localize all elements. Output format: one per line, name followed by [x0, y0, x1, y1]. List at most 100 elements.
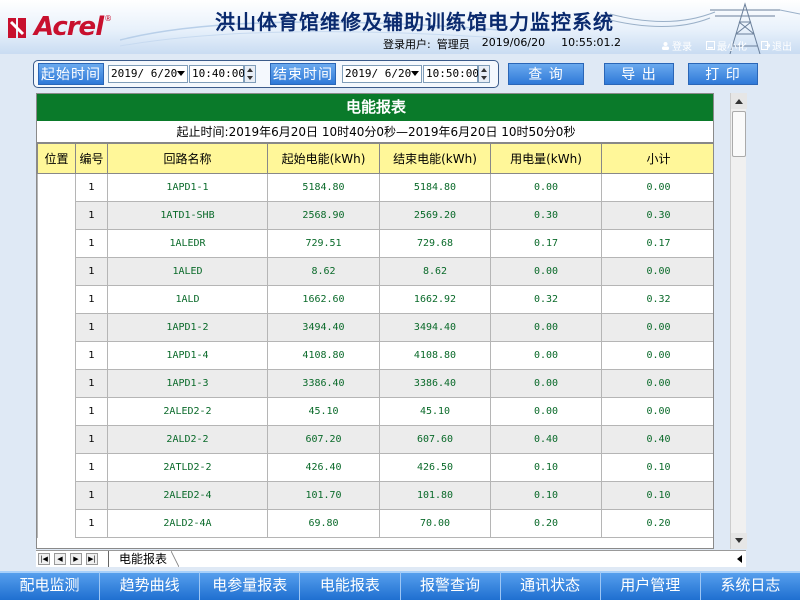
acrel-logo: Acrel ® — [8, 12, 112, 42]
cell-end-energy: 729.68 — [380, 230, 491, 258]
vertical-scrollbar[interactable] — [730, 93, 746, 549]
cell-consumption: 0.10 — [491, 482, 602, 510]
report-time-range: 起止时间:2019年6月20日 10时40分0秒—2019年6月20日 10时5… — [37, 121, 714, 143]
exit-button[interactable]: 退出 — [761, 38, 792, 53]
exit-label: 退出 — [772, 38, 792, 53]
header-buttons: 登录 最小化 退出 — [661, 38, 792, 53]
col-consumption: 用电量(kWh) — [491, 144, 602, 174]
start-date-picker[interactable]: 2019/ 6/20 — [108, 65, 188, 83]
scroll-up-icon[interactable] — [731, 93, 747, 109]
cell-number: 1 — [76, 510, 108, 538]
cell-subtotal: 0.10 — [602, 454, 715, 482]
cell-circuit-name: 2ALD2-4A — [108, 510, 268, 538]
cell-circuit-name: 1ALD — [108, 286, 268, 314]
nav-power-monitoring[interactable]: 配电监测 — [0, 571, 100, 600]
print-button[interactable]: 打 印 — [688, 63, 758, 85]
nav-electrical-report[interactable]: 电参量报表 — [200, 571, 300, 600]
cell-start-energy: 101.70 — [268, 482, 380, 510]
end-time-value: 10:50:00 — [426, 67, 479, 80]
user-info-bar: 登录用户: 管理员 2019/06/20 10:55:01.2 — [383, 36, 627, 52]
cell-end-energy: 45.10 — [380, 398, 491, 426]
start-time-spinner[interactable] — [244, 65, 256, 83]
cell-number: 1 — [76, 454, 108, 482]
cell-end-energy: 4108.80 — [380, 342, 491, 370]
cell-circuit-name: 2ATLD2-2 — [108, 454, 268, 482]
cell-end-energy: 426.50 — [380, 454, 491, 482]
end-time-label: 结束时间 — [270, 63, 336, 85]
table-header-row: 位置 编号 回路名称 起始电能(kWh) 结束电能(kWh) 用电量(kWh) … — [38, 144, 715, 174]
scroll-left-icon[interactable] — [734, 553, 744, 565]
cell-subtotal: 0.00 — [602, 370, 715, 398]
cell-position — [38, 482, 76, 510]
start-time-input[interactable]: 10:40:00 — [189, 65, 244, 83]
cell-subtotal: 0.20 — [602, 510, 715, 538]
cell-subtotal: 0.10 — [602, 482, 715, 510]
table-row: 12ALED2-4101.70101.800.100.10 — [38, 482, 715, 510]
last-sheet-icon[interactable]: ▶| — [86, 553, 98, 565]
cell-subtotal: 0.00 — [602, 398, 715, 426]
scroll-down-icon[interactable] — [731, 533, 747, 549]
col-start-energy: 起始电能(kWh) — [268, 144, 380, 174]
cell-subtotal: 0.00 — [602, 174, 715, 202]
query-button[interactable]: 查 询 — [508, 63, 584, 85]
cell-number: 1 — [76, 426, 108, 454]
table-row: 12ALD2-4A69.8070.000.200.20 — [38, 510, 715, 538]
chevron-down-icon — [411, 71, 419, 76]
next-sheet-icon[interactable]: ▶ — [70, 553, 82, 565]
col-position: 位置 — [38, 144, 76, 174]
nav-energy-report[interactable]: 电能报表 — [300, 571, 400, 600]
logo-text: Acrel — [34, 12, 103, 42]
cell-circuit-name: 1ATD1-SHB — [108, 202, 268, 230]
cell-position — [38, 286, 76, 314]
table-row: 11APD1-33386.403386.400.000.00 — [38, 370, 715, 398]
cell-end-energy: 8.62 — [380, 258, 491, 286]
cell-circuit-name: 1ALED — [108, 258, 268, 286]
user-icon — [661, 41, 670, 50]
end-time-input[interactable]: 10:50:00 — [423, 65, 478, 83]
nav-trend-curve[interactable]: 趋势曲线 — [100, 571, 200, 600]
cell-end-energy: 1662.92 — [380, 286, 491, 314]
start-time-value: 10:40:00 — [192, 67, 245, 80]
table-row: 11ALED8.628.620.000.00 — [38, 258, 715, 286]
nav-user-management[interactable]: 用户管理 — [601, 571, 701, 600]
nav-system-log[interactable]: 系统日志 — [701, 571, 800, 600]
report-title: 电能报表 — [37, 94, 714, 121]
cell-consumption: 0.00 — [491, 370, 602, 398]
minimize-button[interactable]: 最小化 — [706, 38, 747, 53]
cell-number: 1 — [76, 398, 108, 426]
cell-consumption: 0.00 — [491, 342, 602, 370]
cell-circuit-name: 1APD1-1 — [108, 174, 268, 202]
table-row: 12ATLD2-2426.40426.500.100.10 — [38, 454, 715, 482]
cell-end-energy: 101.80 — [380, 482, 491, 510]
nav-comm-status[interactable]: 通讯状态 — [501, 571, 601, 600]
table-row: 11APD1-15184.805184.800.000.00 — [38, 174, 715, 202]
cell-consumption: 0.00 — [491, 174, 602, 202]
nav-alarm-query[interactable]: 报警查询 — [401, 571, 501, 600]
start-date-value: 2019/ 6/20 — [111, 67, 177, 80]
end-date-picker[interactable]: 2019/ 6/20 — [342, 65, 422, 83]
logo-icon — [8, 14, 30, 40]
end-time-spinner[interactable] — [478, 65, 490, 83]
cell-position — [38, 426, 76, 454]
sheet-tab-energy-report[interactable]: 电能报表 — [108, 551, 179, 567]
cell-consumption: 0.00 — [491, 398, 602, 426]
login-label: 登录 — [672, 38, 692, 53]
scroll-thumb[interactable] — [732, 111, 746, 157]
table-row: 12ALD2-2607.20607.600.400.40 — [38, 426, 715, 454]
prev-sheet-icon[interactable]: ◀ — [54, 553, 66, 565]
energy-report: 电能报表 起止时间:2019年6月20日 10时40分0秒—2019年6月20日… — [36, 93, 714, 549]
table-row: 12ALED2-245.1045.100.000.00 — [38, 398, 715, 426]
cell-consumption: 0.10 — [491, 454, 602, 482]
table-row: 11APD1-23494.403494.400.000.00 — [38, 314, 715, 342]
cell-start-energy: 3386.40 — [268, 370, 380, 398]
first-sheet-icon[interactable]: |◀ — [38, 553, 50, 565]
cell-circuit-name: 2ALD2-2 — [108, 426, 268, 454]
cell-subtotal: 0.17 — [602, 230, 715, 258]
export-button[interactable]: 导 出 — [604, 63, 674, 85]
login-button[interactable]: 登录 — [661, 38, 692, 53]
table-row: 11ALD1662.601662.920.320.32 — [38, 286, 715, 314]
cell-consumption: 0.17 — [491, 230, 602, 258]
cell-position — [38, 202, 76, 230]
cell-circuit-name: 1ALEDR — [108, 230, 268, 258]
cell-consumption: 0.40 — [491, 426, 602, 454]
